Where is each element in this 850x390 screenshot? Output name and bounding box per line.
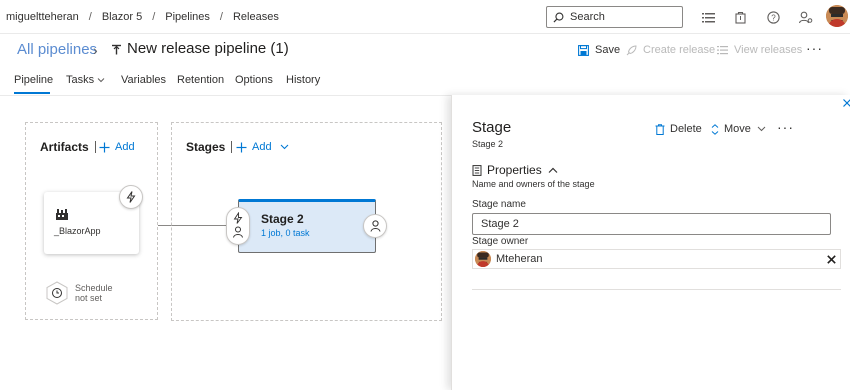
breadcrumb-project[interactable]: Blazor 5: [102, 11, 142, 23]
tab-options[interactable]: Options: [235, 74, 273, 86]
pre-deployment-conditions-icon: [233, 212, 243, 238]
view-releases-button[interactable]: View releases: [717, 44, 802, 56]
help-icon[interactable]: ?: [766, 10, 780, 24]
stage-name-field[interactable]: Stage 2: [472, 213, 831, 235]
panel-title: Stage: [472, 119, 512, 136]
schedule-icon[interactable]: [46, 281, 68, 305]
rocket-icon: [626, 44, 637, 55]
save-label: Save: [595, 44, 621, 56]
lightning-icon: [126, 191, 136, 203]
properties-title: Properties: [487, 163, 542, 177]
close-panel-button[interactable]: [843, 98, 850, 110]
tab-retention[interactable]: Retention: [177, 74, 224, 86]
continuous-deployment-trigger-button[interactable]: [119, 185, 143, 209]
panel-more-button[interactable]: ···: [777, 119, 794, 135]
tab-history[interactable]: History: [286, 74, 320, 86]
move-label: Move: [724, 123, 751, 135]
schedule-label: Schedule: [75, 283, 113, 293]
chevron-right-icon: ›: [93, 42, 98, 58]
breadcrumb: migueltteheran / Blazor 5 / Pipelines / …: [6, 11, 279, 23]
chevron-down-icon: [280, 144, 288, 150]
svg-text:?: ?: [771, 13, 776, 22]
tab-tasks-label: Tasks: [66, 74, 95, 86]
pre-deployment-conditions-button[interactable]: [226, 207, 250, 245]
marketplace-bag-icon[interactable]: [733, 10, 747, 24]
stage-name-value: Stage 2: [481, 218, 519, 230]
more-actions-button[interactable]: ···: [806, 40, 823, 56]
list-icon: [717, 46, 728, 55]
breadcrumb-org[interactable]: migueltteheran: [6, 11, 79, 23]
stages-heading: Stages: [186, 140, 238, 154]
avatar[interactable]: [826, 5, 848, 27]
search-box[interactable]: Search: [546, 6, 683, 28]
move-icon: [711, 123, 719, 135]
breadcrumb-releases[interactable]: Releases: [233, 11, 279, 23]
properties-description: Name and owners of the stage: [472, 179, 595, 189]
delete-stage-button[interactable]: Delete: [655, 123, 702, 135]
search-icon: [553, 12, 564, 23]
divider: [94, 141, 96, 153]
divider: [231, 141, 233, 153]
clear-owner-button[interactable]: [827, 252, 836, 267]
top-bar: migueltteheran / Blazor 5 / Pipelines / …: [0, 0, 850, 34]
search-placeholder: Search: [570, 11, 605, 23]
release-pipeline-icon: [112, 44, 121, 55]
move-stage-button[interactable]: Move: [711, 123, 771, 135]
save-button[interactable]: Save: [578, 44, 620, 56]
breadcrumb-separator: /: [152, 11, 156, 23]
create-release-label: Create release: [643, 44, 716, 56]
all-pipelines-link[interactable]: All pipelines: [17, 41, 97, 58]
plus-icon: [236, 142, 247, 152]
breadcrumb-pipelines[interactable]: Pipelines: [165, 11, 210, 23]
breadcrumb-separator: /: [88, 11, 92, 23]
artifact-name: _BlazorApp: [54, 226, 101, 236]
list-icon[interactable]: [701, 10, 715, 24]
stage-owner-name: Mteheran: [496, 253, 543, 265]
schedule-value: not set: [75, 293, 103, 303]
close-icon: [827, 255, 836, 264]
panel-subtitle: Stage 2: [472, 139, 504, 149]
view-releases-label: View releases: [734, 44, 803, 56]
plus-icon: [99, 142, 110, 152]
stage-owner-label: Stage owner: [472, 236, 529, 247]
stage-card-title: Stage 2: [261, 212, 304, 226]
stage-tasks-link[interactable]: 1 job, 0 task: [261, 228, 310, 238]
add-artifact-button[interactable]: Add: [99, 141, 135, 153]
close-icon: [843, 99, 850, 107]
person-icon: [370, 220, 380, 232]
trash-icon: [655, 123, 665, 135]
delete-label: Delete: [670, 123, 702, 135]
stage-name-label: Stage name: [472, 199, 526, 210]
tab-pipeline[interactable]: Pipeline: [14, 74, 53, 86]
create-release-button[interactable]: Create release: [626, 44, 715, 56]
save-icon: [578, 44, 589, 56]
properties-icon: [472, 164, 482, 176]
tab-variables[interactable]: Variables: [121, 74, 166, 86]
stage-properties-panel: Stage Stage 2 Delete Move ··· Properties…: [451, 95, 850, 390]
tab-tasks[interactable]: Tasks: [66, 74, 105, 86]
active-tab-indicator: [14, 92, 50, 94]
artifacts-heading: Artifacts: [40, 140, 102, 154]
tab-bar: Pipeline Tasks Variables Retention Optio…: [0, 72, 850, 96]
schedule-status[interactable]: Schedule not set: [75, 283, 113, 303]
breadcrumb-separator: /: [219, 11, 223, 23]
add-artifact-label: Add: [115, 141, 135, 153]
add-stage-label: Add: [252, 141, 272, 153]
page-title[interactable]: New release pipeline (1): [127, 40, 289, 57]
properties-section-toggle[interactable]: Properties: [472, 163, 563, 177]
add-stage-button[interactable]: Add: [236, 141, 289, 153]
stage-card[interactable]: Stage 2 1 job, 0 task: [238, 199, 376, 253]
stage-owner-field[interactable]: Mteheran: [472, 249, 841, 269]
stages-title: Stages: [186, 140, 226, 154]
chevron-up-icon: [548, 167, 558, 173]
chevron-down-icon: [757, 126, 766, 132]
title-row: All pipelines › New release pipeline (1)…: [0, 36, 850, 64]
owner-avatar: [475, 251, 491, 267]
post-deployment-conditions-button[interactable]: [363, 214, 387, 238]
artifacts-title: Artifacts: [40, 140, 89, 154]
build-artifact-icon: [56, 209, 68, 220]
chevron-down-icon: [97, 78, 105, 83]
divider: [472, 289, 841, 290]
user-settings-icon[interactable]: [799, 10, 813, 24]
